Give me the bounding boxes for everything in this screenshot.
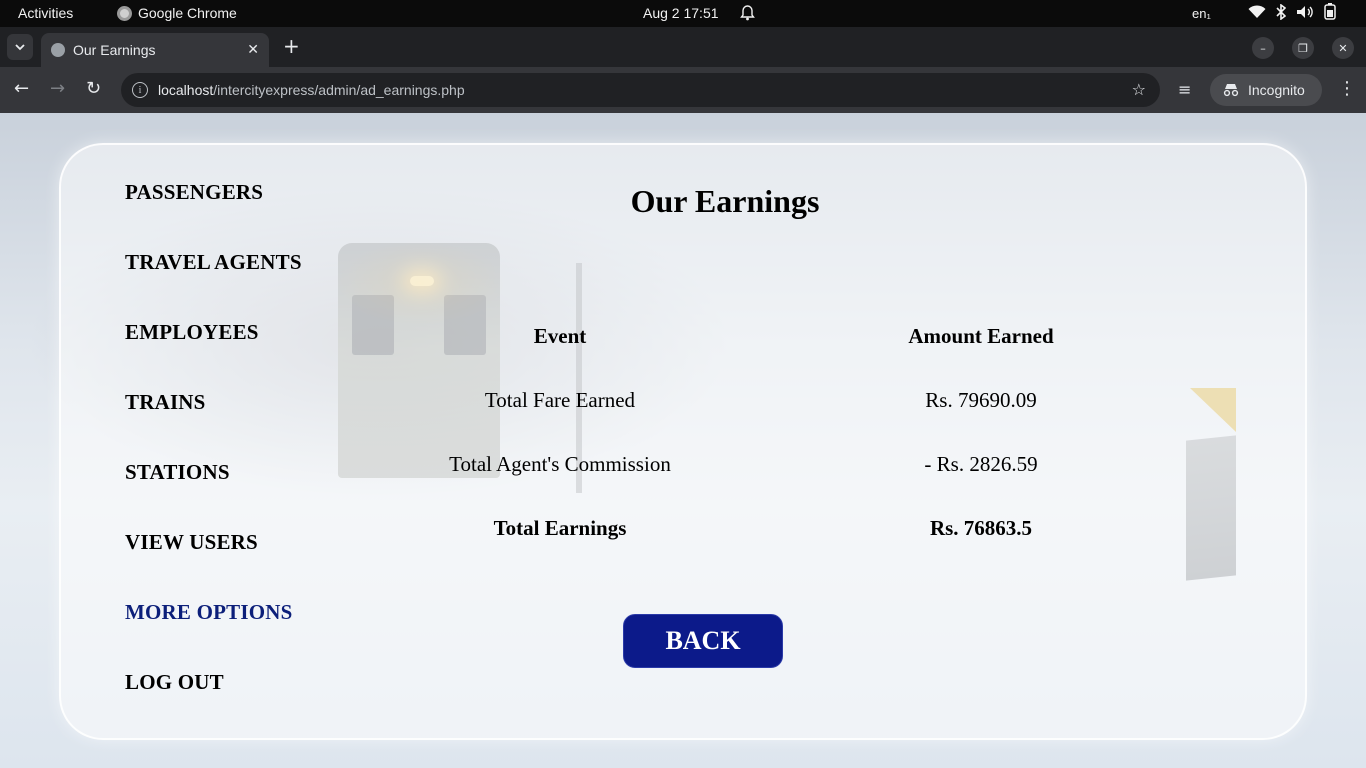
sidebar-item-view-users[interactable]: VIEW USERS bbox=[125, 530, 258, 555]
sidebar-item-stations[interactable]: STATIONS bbox=[125, 460, 230, 485]
clock[interactable]: Aug 2 17:51 bbox=[643, 5, 719, 21]
browser-toolbar: ← → ↻ i localhost/intercityexpress/admin… bbox=[0, 67, 1366, 113]
url-path: /intercityexpress/admin/ad_earnings.php bbox=[213, 82, 465, 98]
chrome-icon bbox=[117, 5, 132, 21]
address-bar[interactable]: i localhost/intercityexpress/admin/ad_ea… bbox=[121, 73, 1160, 107]
sidebar-item-travel-agents[interactable]: TRAVEL AGENTS bbox=[125, 250, 302, 275]
kebab-menu-icon[interactable]: ⋮ bbox=[1338, 78, 1356, 99]
system-tray[interactable] bbox=[1248, 3, 1336, 20]
app-menu[interactable]: Google Chrome bbox=[117, 5, 237, 21]
minimize-button[interactable]: – bbox=[1252, 37, 1274, 59]
table-header-amount: Amount Earned bbox=[908, 324, 1054, 348]
table-cell-amount: Rs. 79690.09 bbox=[925, 388, 1037, 412]
incognito-badge[interactable]: Incognito bbox=[1210, 74, 1322, 106]
tab-active[interactable]: Our Earnings ✕ bbox=[41, 33, 269, 67]
table-cell-total-label: Total Earnings bbox=[493, 516, 627, 540]
incognito-icon bbox=[1223, 84, 1239, 97]
sidebar-item-trains[interactable]: TRAINS bbox=[125, 390, 206, 415]
app-name: Google Chrome bbox=[138, 5, 237, 21]
chevron-down-icon bbox=[15, 43, 25, 50]
bookmark-star-icon[interactable]: ☆ bbox=[1132, 80, 1146, 99]
back-arrow-icon[interactable]: ← bbox=[14, 80, 29, 98]
table-cell-event: Total Fare Earned bbox=[484, 388, 636, 412]
restore-button[interactable]: ❐ bbox=[1292, 37, 1314, 59]
language-indicator[interactable]: en₁ bbox=[1192, 6, 1211, 21]
globe-icon bbox=[51, 43, 65, 57]
tab-strip: Our Earnings ✕ + – ❐ ✕ bbox=[0, 27, 1366, 67]
alarm-bell-icon bbox=[740, 5, 755, 24]
close-window-button[interactable]: ✕ bbox=[1332, 37, 1354, 59]
forward-arrow-icon[interactable]: → bbox=[50, 80, 65, 98]
table-header-event: Event bbox=[533, 324, 587, 348]
close-tab-icon[interactable]: ✕ bbox=[247, 41, 259, 58]
sidebar-item-employees[interactable]: EMPLOYEES bbox=[125, 320, 259, 345]
media-controls-icon[interactable]: ≡ bbox=[1178, 80, 1191, 99]
system-top-bar: Activities Google Chrome Aug 2 17:51 en₁ bbox=[0, 0, 1366, 27]
volume-icon bbox=[1297, 5, 1313, 18]
url-text: localhost/intercityexpress/admin/ad_earn… bbox=[158, 82, 465, 98]
sidebar-item-passengers[interactable]: PASSENGERS bbox=[125, 180, 263, 205]
site-info-icon[interactable]: i bbox=[132, 82, 148, 98]
bluetooth-icon bbox=[1276, 3, 1286, 20]
new-tab-button[interactable]: + bbox=[283, 36, 300, 56]
table-cell-event: Total Agent's Commission bbox=[449, 452, 671, 476]
activities-button[interactable]: Activities bbox=[18, 5, 73, 21]
tab-search-button[interactable] bbox=[7, 34, 33, 60]
sidebar-item-more-options[interactable]: MORE OPTIONS bbox=[125, 600, 293, 625]
table-cell-total-amount: Rs. 76863.5 bbox=[929, 516, 1033, 540]
tab-title: Our Earnings bbox=[73, 42, 156, 58]
reload-icon[interactable]: ↻ bbox=[86, 80, 101, 98]
incognito-label: Incognito bbox=[1248, 82, 1305, 98]
page-title: Our Earnings bbox=[630, 183, 820, 219]
back-button[interactable]: BACK bbox=[623, 614, 783, 668]
url-host: localhost bbox=[158, 82, 214, 98]
sidebar-item-log-out[interactable]: LOG OUT bbox=[125, 670, 224, 695]
battery-icon bbox=[1324, 3, 1336, 20]
wifi-icon bbox=[1248, 4, 1266, 18]
table-cell-amount: - Rs. 2826.59 bbox=[924, 452, 1038, 476]
